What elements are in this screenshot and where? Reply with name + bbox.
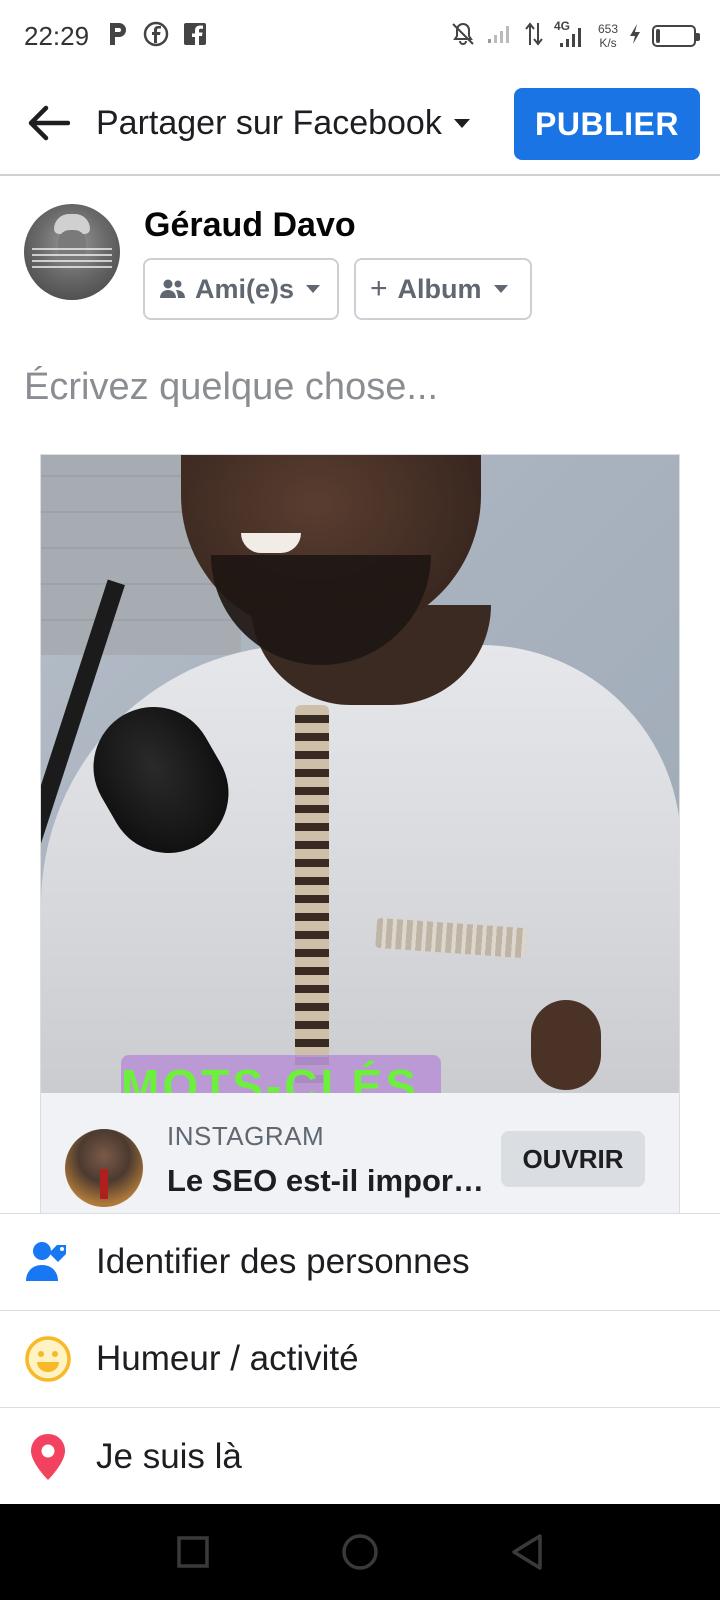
signal-icon [486, 23, 514, 50]
album-selector-button[interactable]: + Album [354, 258, 532, 320]
avatar-tie [100, 1169, 108, 1199]
album-label: Album [397, 273, 482, 304]
link-preview-bar: INSTAGRAM Le SEO est-il important ? OUVR… [41, 1093, 679, 1213]
caption-overlay-text: MOTS-CLÉS [121, 1060, 419, 1093]
square-icon [177, 1536, 210, 1568]
location-pin-icon [0, 1408, 96, 1505]
avatar-caption [32, 248, 112, 268]
feeling-activity-option[interactable]: Humeur / activité [0, 1311, 720, 1408]
page-title: Partager sur Facebook [96, 103, 442, 142]
battery-icon [652, 25, 700, 47]
caret-down-icon [453, 118, 470, 128]
system-status-icons: 4G 653 K/s [450, 19, 700, 52]
bell-off-icon [450, 21, 476, 52]
plus-icon: + [370, 272, 388, 305]
data-arrows-icon [524, 21, 544, 52]
system-navigation-bar [0, 1504, 720, 1600]
network-speed: 653 K/s [598, 22, 618, 50]
link-source: INSTAGRAM [167, 1121, 325, 1151]
publish-button[interactable]: PUBLIER [514, 88, 700, 160]
open-button[interactable]: OUVRIR [501, 1131, 645, 1187]
share-destination-selector[interactable]: Partager sur Facebook [96, 104, 492, 143]
recent-apps-button[interactable] [163, 1522, 223, 1582]
action-label: Identifier des personnes [96, 1242, 470, 1281]
facebook-icon [183, 22, 207, 51]
speed-value: 653 [597, 22, 618, 36]
author-name: Géraud Davo [144, 206, 356, 244]
tag-people-icon [0, 1214, 96, 1311]
top-app-bar: Partager sur Facebook PUBLIER [0, 72, 720, 176]
caret-down-icon [493, 285, 508, 293]
shared-post-image[interactable]: MOTS-CLÉS [41, 455, 679, 1093]
smiley-icon [0, 1311, 96, 1408]
action-label: Je suis là [96, 1436, 242, 1476]
back-button[interactable] [0, 71, 96, 175]
friends-icon [160, 279, 185, 298]
p-icon [107, 21, 129, 52]
notification-icons [107, 21, 207, 52]
user-avatar [24, 204, 120, 300]
shared-post-card: MOTS-CLÉS INSTAGRAM Le SEO est-il import… [40, 454, 680, 1214]
audience-selector-button[interactable]: Ami(e)s [143, 258, 339, 320]
status-bar: 22:29 4G 653 K/s [0, 0, 720, 72]
battery-level [656, 29, 660, 43]
action-label: Humeur / activité [96, 1339, 359, 1378]
check-in-option[interactable]: Je suis là [0, 1408, 720, 1505]
post-text-input[interactable]: Écrivez quelque chose... [24, 366, 438, 409]
link-title: Le SEO est-il important ? [167, 1163, 487, 1198]
photo-embroidery [295, 705, 329, 1093]
circle-icon [342, 1534, 378, 1570]
post-options-list: Identifier des personnes Humeur / activi… [0, 1213, 720, 1505]
home-button[interactable] [330, 1522, 390, 1582]
audience-label: Ami(e)s [195, 273, 295, 304]
triangle-back-icon [511, 1534, 542, 1570]
facebook-messenger-icon [143, 21, 169, 52]
arrow-left-icon [28, 105, 70, 141]
caret-down-icon [306, 285, 321, 293]
speed-unit: K/s [599, 36, 617, 50]
signal-4g-icon: 4G [554, 19, 588, 51]
tag-people-option[interactable]: Identifier des personnes [0, 1214, 720, 1311]
source-avatar [65, 1129, 143, 1207]
status-time: 22:29 [24, 20, 90, 51]
charging-icon [628, 23, 642, 50]
back-nav-button[interactable] [497, 1522, 557, 1582]
photo-hand [531, 1000, 601, 1090]
